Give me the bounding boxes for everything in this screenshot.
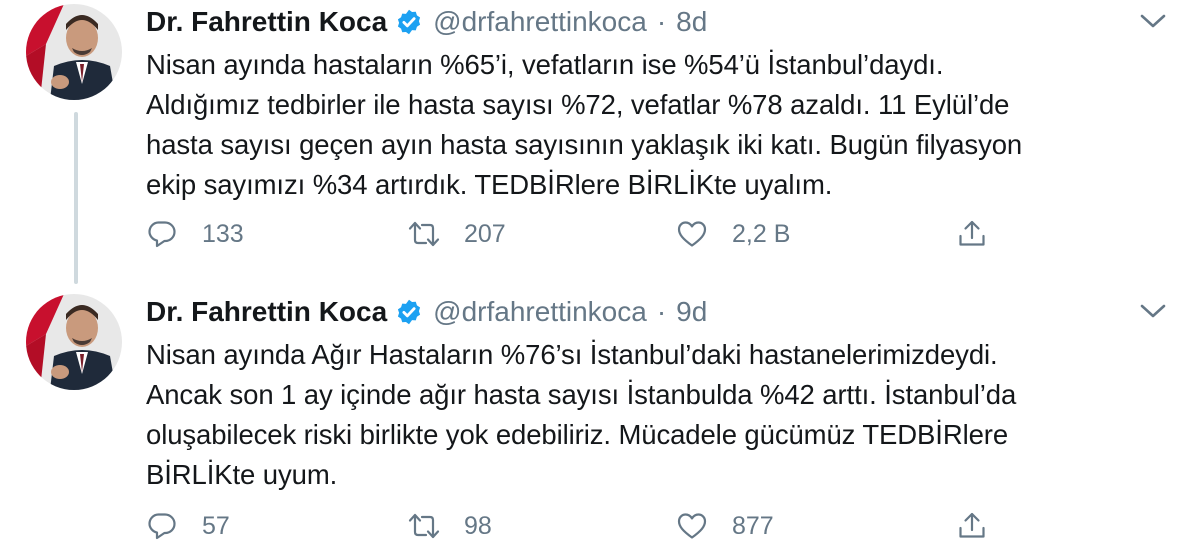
retweet-button[interactable]: 207 [408, 216, 506, 252]
like-button[interactable]: 2,2 B [676, 216, 790, 252]
separator-dot: · [656, 6, 667, 37]
share-icon [959, 220, 985, 246]
tweet-text-line: ekip sayımızı %34 artırdık. TEDBİRlere B… [146, 169, 833, 200]
reply-button[interactable]: 133 [146, 216, 244, 252]
retweet-count: 98 [464, 511, 492, 540]
retweet-count: 207 [464, 219, 506, 248]
retweet-button[interactable]: 98 [408, 508, 492, 544]
tweet-time[interactable]: 9d [676, 296, 707, 328]
tweet[interactable]: Dr. Fahrettin Koca @drfahrettinkoca · 9d… [0, 290, 1186, 560]
avatar[interactable] [26, 294, 122, 390]
chevron-down-icon[interactable] [1138, 10, 1168, 32]
verified-badge-icon [395, 8, 423, 36]
heart-icon [677, 221, 707, 247]
verified-badge-icon [395, 298, 423, 326]
tweet-time[interactable]: 8d [676, 6, 707, 38]
author-name[interactable]: Dr. Fahrettin Koca [146, 6, 387, 38]
separator-dot: · [656, 296, 667, 327]
author-handle[interactable]: @drfahrettinkoca [433, 6, 647, 38]
reply-count: 57 [202, 511, 230, 540]
retweet-icon [408, 221, 440, 247]
tweet-text: Nisan ayında Ağır Hastaların %76’sı İsta… [146, 335, 1156, 495]
tweet-header: Dr. Fahrettin Koca @drfahrettinkoca · 9d [146, 292, 707, 332]
tweet-actions: 57 98 877 [146, 508, 1006, 544]
retweet-icon [408, 513, 440, 539]
tweet-text: Nisan ayında hastaların %65’i, vefatları… [146, 45, 1156, 205]
tweet-text-line: Nisan ayında Ağır Hastaların %76’sı İsta… [146, 339, 998, 370]
tweet-text-line: hasta sayısı geçen ayın hasta sayısının … [146, 129, 1023, 160]
share-button[interactable] [956, 216, 988, 252]
tweet[interactable]: Dr. Fahrettin Koca @drfahrettinkoca · 8d… [0, 0, 1186, 290]
reply-count: 133 [202, 219, 244, 248]
author-handle[interactable]: @drfahrettinkoca [433, 296, 647, 328]
tweet-text-line: Aldığımız tedbirler ile hasta sayısı %72… [146, 89, 1010, 120]
tweet-text-line: Nisan ayında hastaların %65’i, vefatları… [146, 49, 944, 80]
like-count: 877 [732, 511, 774, 540]
heart-icon [677, 513, 707, 539]
like-button[interactable]: 877 [676, 508, 774, 544]
tweet-text-line: Ancak son 1 ay içinde ağır hasta sayısı … [146, 379, 1017, 410]
tweet-text-line: BİRLİKte uyum. [146, 459, 338, 490]
author-name[interactable]: Dr. Fahrettin Koca [146, 296, 387, 328]
chevron-down-icon[interactable] [1138, 300, 1168, 322]
avatar-image [26, 294, 122, 390]
share-button[interactable] [956, 508, 988, 544]
tweet-text-line: oluşabilecek riski birlikte yok edebilir… [146, 419, 1009, 450]
tweet-header: Dr. Fahrettin Koca @drfahrettinkoca · 8d [146, 2, 707, 42]
avatar[interactable] [26, 4, 122, 100]
share-icon [959, 512, 985, 538]
reply-icon [148, 513, 176, 540]
reply-icon [148, 221, 176, 248]
like-count: 2,2 B [732, 219, 791, 248]
tweet-actions: 133 207 2,2 B [146, 216, 1006, 252]
reply-button[interactable]: 57 [146, 508, 230, 544]
avatar-image [26, 4, 122, 100]
